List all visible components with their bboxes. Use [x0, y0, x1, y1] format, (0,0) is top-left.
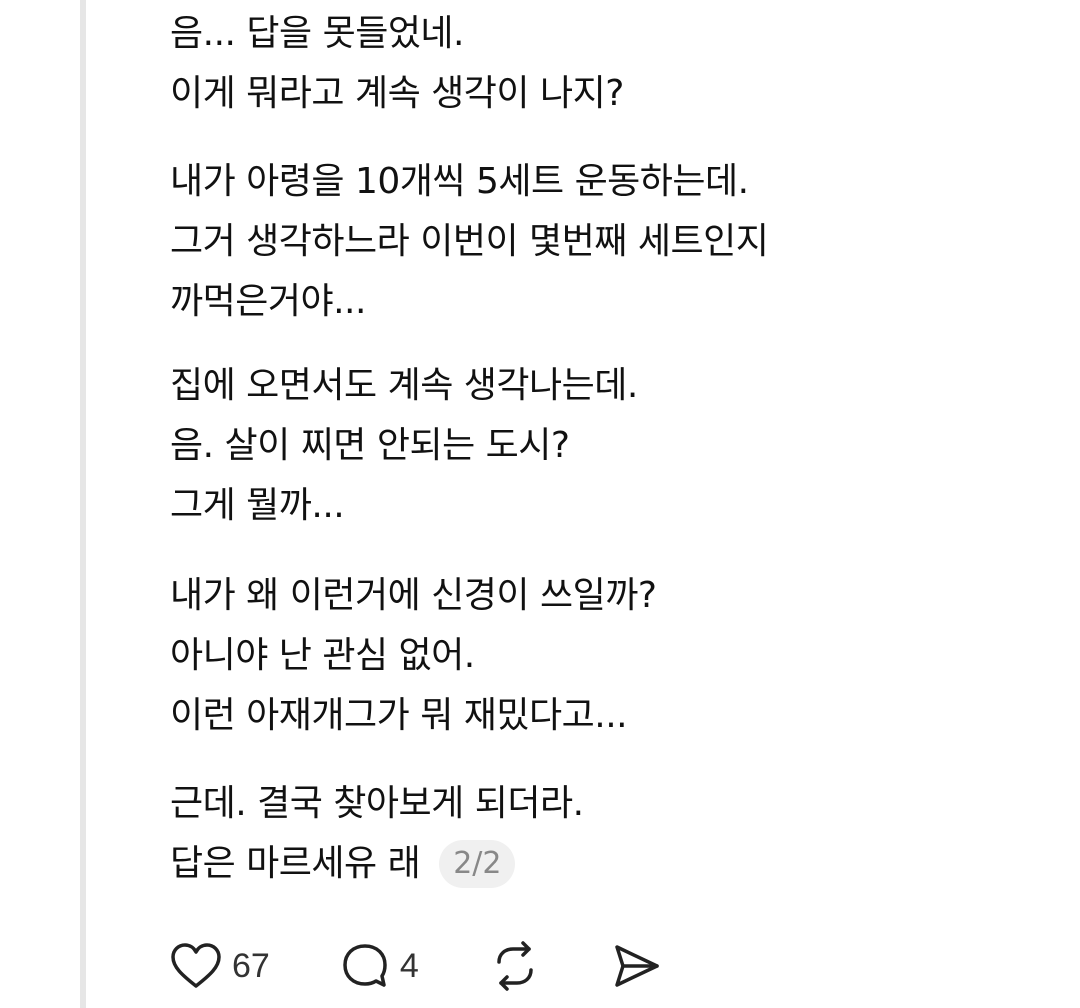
send-icon	[611, 942, 663, 990]
text-line: 근데. 결국 찾아보게 되더라.	[170, 783, 584, 824]
paragraph-3: 집에 오면서도 계속 생각나는데. 음. 살이 찌면 안되는 도시? 그게 뭘까…	[170, 356, 990, 536]
text-line: 답은 마르세유 래 2/2	[170, 834, 990, 894]
text-line: 그거 생각하느라 이번이 몇번째 세트인지	[170, 221, 769, 262]
paragraph-4: 내가 왜 이런거에 신경이 쓰일까? 아니야 난 관심 없어. 이런 아재개그가…	[170, 566, 990, 746]
text-line: 이런 아재개그가 뭐 재밌다고...	[170, 695, 628, 736]
paragraph-5: 근데. 결국 찾아보게 되더라. 답은 마르세유 래 2/2	[170, 774, 990, 894]
text-line-content: 답은 마르세유 래	[170, 843, 421, 884]
text-line: 음. 살이 찌면 안되는 도시?	[170, 425, 570, 466]
action-bar: 67 4	[170, 936, 663, 996]
text-line: 집에 오면서도 계속 생각나는데.	[170, 365, 638, 406]
text-line: 까먹은거야...	[170, 281, 366, 322]
share-button[interactable]	[611, 942, 663, 990]
comment-bubble-icon	[340, 941, 390, 991]
like-count: 67	[232, 946, 270, 985]
text-line: 내가 왜 이런거에 신경이 쓰일까?	[170, 575, 657, 616]
paragraph-1: 음... 답을 못들었네. 이게 뭐라고 계속 생각이 나지?	[170, 4, 990, 124]
repost-icon	[489, 940, 541, 992]
heart-icon	[170, 942, 222, 990]
repost-button[interactable]	[489, 940, 541, 992]
like-button[interactable]: 67	[170, 942, 270, 990]
text-line: 아니야 난 관심 없어.	[170, 635, 475, 676]
comment-button[interactable]: 4	[340, 941, 419, 991]
text-line: 음... 답을 못들었네.	[170, 13, 465, 54]
post-body: 음... 답을 못들었네. 이게 뭐라고 계속 생각이 나지? 내가 아령을 1…	[170, 0, 990, 888]
thread-line	[80, 0, 86, 1008]
text-line: 그게 뭘까...	[170, 485, 345, 526]
text-line: 내가 아령을 10개씩 5세트 운동하는데.	[170, 161, 749, 202]
comment-count: 4	[399, 946, 419, 985]
page-indicator-badge[interactable]: 2/2	[439, 840, 516, 888]
paragraph-2: 내가 아령을 10개씩 5세트 운동하는데. 그거 생각하느라 이번이 몇번째 …	[170, 152, 990, 332]
text-line: 이게 뭐라고 계속 생각이 나지?	[170, 73, 624, 114]
